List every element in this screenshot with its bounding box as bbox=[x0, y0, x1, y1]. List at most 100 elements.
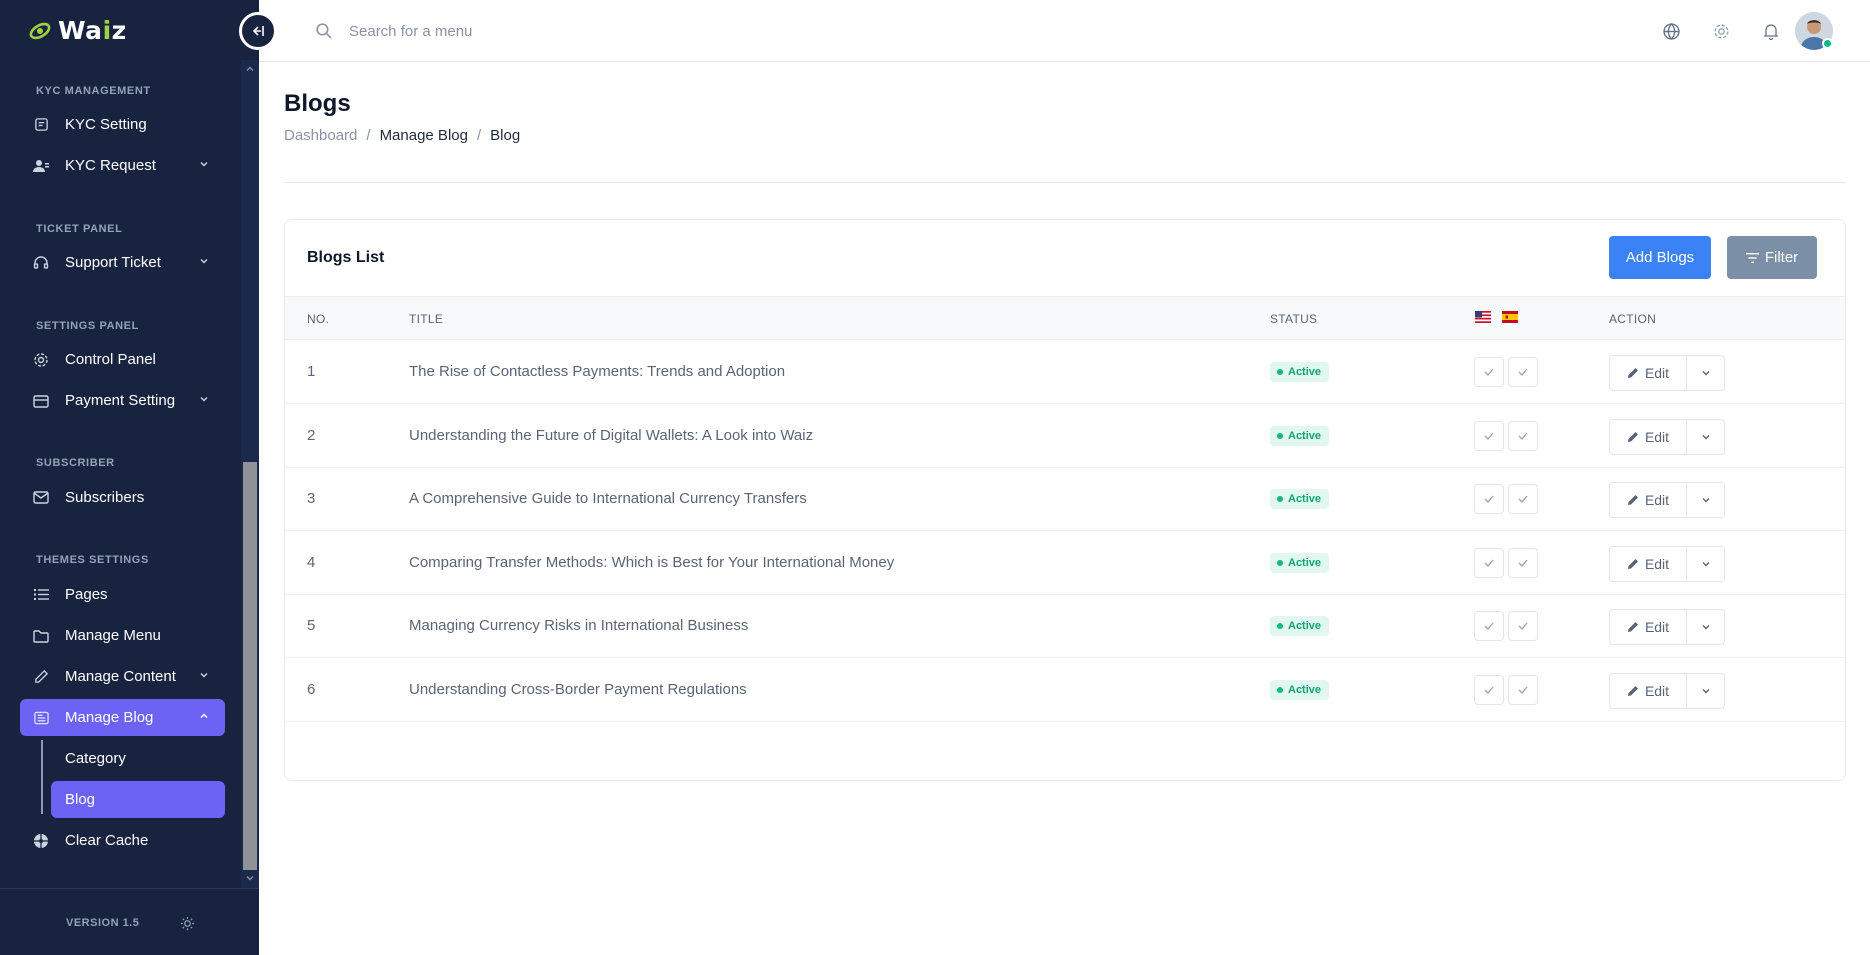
sun-icon[interactable] bbox=[180, 916, 195, 931]
sidebar-item-pages[interactable]: Pages bbox=[20, 576, 225, 613]
check-icon bbox=[1518, 432, 1528, 440]
table-header: NO. TITLE STATUS ACTION bbox=[285, 296, 1845, 340]
translation-check-en[interactable] bbox=[1474, 357, 1504, 387]
add-blogs-button[interactable]: Add Blogs bbox=[1609, 236, 1711, 279]
column-action: ACTION bbox=[1609, 312, 1657, 326]
pencil-icon bbox=[1627, 686, 1638, 696]
edit-button[interactable]: Edit bbox=[1609, 355, 1687, 391]
bell-icon[interactable] bbox=[1761, 21, 1781, 41]
check-icon bbox=[1518, 622, 1528, 630]
sidebar-item-manage-blog[interactable]: Manage Blog bbox=[20, 699, 225, 736]
sidebar-item-subscribers[interactable]: Subscribers bbox=[20, 479, 225, 516]
translation-check-en[interactable] bbox=[1474, 548, 1504, 578]
status-badge: Active bbox=[1270, 553, 1330, 573]
sidebar-item-payment-setting[interactable]: Payment Setting bbox=[20, 382, 225, 419]
table-row: 5 Managing Currency Risks in Internationa… bbox=[285, 594, 1845, 658]
check-icon bbox=[1518, 368, 1528, 376]
status-badge: Active bbox=[1270, 616, 1330, 636]
sidebar-item-manage-menu[interactable]: Manage Menu bbox=[20, 617, 225, 654]
sidebar-item-manage-content[interactable]: Manage Content bbox=[20, 658, 225, 695]
breadcrumb-dashboard[interactable]: Dashboard bbox=[284, 127, 357, 144]
scrollbar-thumb[interactable] bbox=[243, 462, 257, 870]
translation-check-es[interactable] bbox=[1508, 421, 1538, 451]
row-title: Comparing Transfer Methods: Which is Bes… bbox=[409, 554, 895, 571]
actions-dropdown-button[interactable] bbox=[1687, 546, 1725, 582]
es-flag-icon bbox=[1502, 311, 1518, 323]
actions-dropdown-button[interactable] bbox=[1687, 355, 1725, 391]
check-icon bbox=[1484, 495, 1494, 503]
sidebar-item-label: Payment Setting bbox=[65, 392, 176, 409]
status-label: Active bbox=[1288, 366, 1322, 378]
sidebar-item-clear-cache[interactable]: Clear Cache bbox=[20, 822, 225, 859]
sidebar-item-kyc-setting[interactable]: KYC Setting bbox=[20, 106, 225, 143]
mail-icon bbox=[32, 489, 50, 507]
status-label: Active bbox=[1288, 557, 1322, 569]
pencil-icon bbox=[32, 668, 50, 686]
sidebar-item-control-panel[interactable]: Control Panel bbox=[20, 341, 225, 378]
sidebar-item-label: Clear Cache bbox=[65, 832, 149, 849]
card-title: Blogs List bbox=[307, 249, 385, 266]
section-title-ticket: TICKET PANEL bbox=[36, 223, 123, 235]
blog-icon bbox=[32, 709, 50, 727]
pencil-icon bbox=[1627, 622, 1638, 632]
logo[interactable]: Waiz bbox=[28, 16, 127, 45]
scroll-down-icon[interactable] bbox=[245, 873, 255, 883]
chevron-down-icon bbox=[1702, 625, 1709, 630]
sidebar-scrollbar[interactable] bbox=[241, 60, 259, 889]
edit-button[interactable]: Edit bbox=[1609, 419, 1687, 455]
translation-check-es[interactable] bbox=[1508, 548, 1538, 578]
translation-check-en[interactable] bbox=[1474, 421, 1504, 451]
filter-icon bbox=[1745, 252, 1759, 263]
status-label: Active bbox=[1288, 430, 1322, 442]
row-actions: Edit bbox=[1609, 355, 1725, 391]
status-label: Active bbox=[1288, 684, 1322, 696]
gear-icon[interactable] bbox=[1711, 21, 1731, 41]
status-dot bbox=[1277, 623, 1283, 629]
sidebar: Waiz KYC MANAGEMENT KYC Setting KYC Requ… bbox=[0, 0, 259, 955]
edit-label: Edit bbox=[1644, 492, 1670, 508]
edit-button[interactable]: Edit bbox=[1609, 482, 1687, 518]
translation-check-es[interactable] bbox=[1508, 357, 1538, 387]
actions-dropdown-button[interactable] bbox=[1687, 609, 1725, 645]
status-dot bbox=[1277, 496, 1283, 502]
sidebar-item-kyc-request[interactable]: KYC Request bbox=[20, 147, 225, 184]
kyc-setting-icon bbox=[32, 116, 50, 134]
check-icon bbox=[1484, 686, 1494, 694]
translation-check-en[interactable] bbox=[1474, 611, 1504, 641]
chevron-down-icon bbox=[1702, 498, 1709, 503]
sidebar-item-label: KYC Request bbox=[65, 157, 156, 174]
row-number: 5 bbox=[307, 617, 316, 634]
actions-dropdown-button[interactable] bbox=[1687, 673, 1725, 709]
pencil-icon bbox=[1627, 559, 1638, 569]
row-title: The Rise of Contactless Payments: Trends… bbox=[409, 363, 786, 380]
sidebar-footer: VERSION 1.5 bbox=[0, 888, 259, 955]
sidebar-subitem-blog[interactable]: Blog bbox=[51, 781, 225, 818]
edit-label: Edit bbox=[1644, 619, 1670, 635]
search-input[interactable] bbox=[349, 18, 649, 44]
edit-label: Edit bbox=[1644, 556, 1670, 572]
sidebar-collapse-button[interactable] bbox=[239, 12, 277, 50]
actions-dropdown-button[interactable] bbox=[1687, 419, 1725, 455]
sidebar-item-label: Manage Content bbox=[65, 668, 176, 685]
breadcrumb: Dashboard / Manage Blog / Blog bbox=[284, 127, 520, 144]
scroll-up-icon[interactable] bbox=[245, 64, 255, 74]
translation-check-es[interactable] bbox=[1508, 611, 1538, 641]
filter-label: Filter bbox=[1764, 249, 1799, 266]
chevron-up-icon bbox=[200, 713, 208, 718]
actions-dropdown-button[interactable] bbox=[1687, 482, 1725, 518]
online-status-dot bbox=[1822, 38, 1833, 49]
translation-check-es[interactable] bbox=[1508, 484, 1538, 514]
breadcrumb-manage-blog[interactable]: Manage Blog bbox=[380, 127, 468, 144]
sidebar-subitem-category[interactable]: Category bbox=[51, 740, 225, 777]
edit-button[interactable]: Edit bbox=[1609, 546, 1687, 582]
status-dot bbox=[1277, 560, 1283, 566]
edit-button[interactable]: Edit bbox=[1609, 673, 1687, 709]
filter-button[interactable]: Filter bbox=[1727, 236, 1817, 279]
translation-check-en[interactable] bbox=[1474, 484, 1504, 514]
translation-check-es[interactable] bbox=[1508, 675, 1538, 705]
edit-button[interactable]: Edit bbox=[1609, 609, 1687, 645]
chevron-down-icon bbox=[1702, 562, 1709, 567]
globe-icon[interactable] bbox=[1661, 21, 1681, 41]
sidebar-item-support-ticket[interactable]: Support Ticket bbox=[20, 244, 225, 281]
translation-check-en[interactable] bbox=[1474, 675, 1504, 705]
